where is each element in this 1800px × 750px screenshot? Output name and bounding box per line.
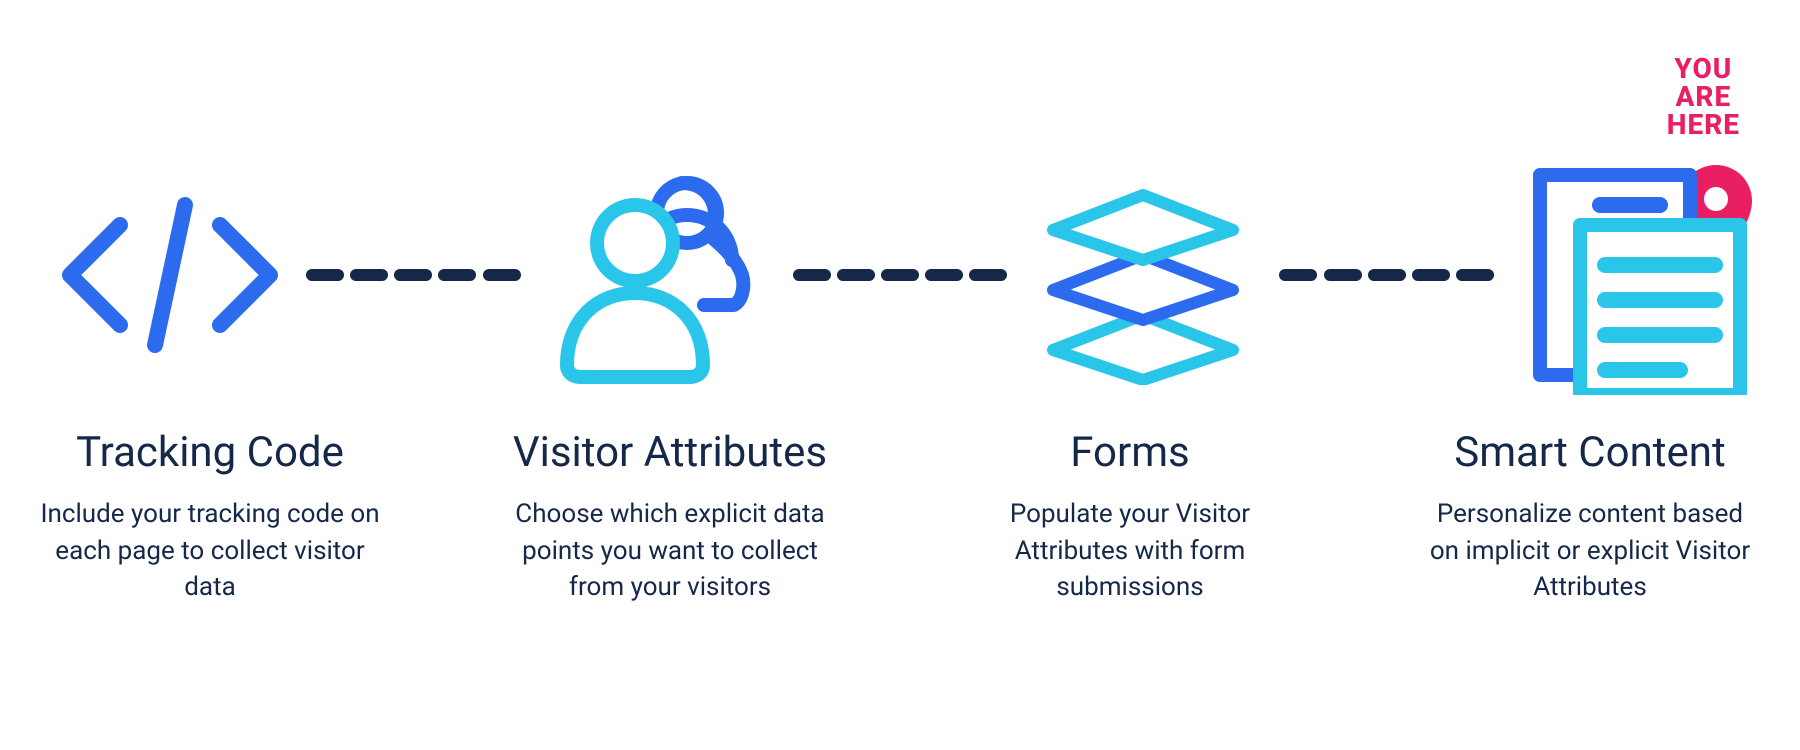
process-row [40,130,1760,420]
you-are-here-line: YOU [1667,55,1740,83]
step-caption: Visitor Attributes Choose which explicit… [500,430,840,605]
step-title: Tracking Code [40,430,380,476]
captions-row: Tracking Code Include your tracking code… [40,430,1760,605]
you-are-here-badge: YOU ARE HERE [1667,55,1740,139]
step-desc: Populate your Visitor Attributes with fo… [960,496,1300,605]
code-icon [40,155,300,395]
connector-dashes [787,265,1014,285]
step-desc: Choose which explicit data points you wa… [500,496,840,605]
step-caption: Forms Populate your Visitor Attributes w… [960,430,1300,605]
documents-icon [1500,155,1760,395]
connector-dashes [300,265,527,285]
people-icon [527,155,787,395]
step-title: Smart Content [1420,430,1760,476]
step-title: Visitor Attributes [500,430,840,476]
step-caption: Tracking Code Include your tracking code… [40,430,380,605]
you-are-here-line: ARE [1667,83,1740,111]
step-desc: Include your tracking code on each page … [40,496,380,605]
step-desc: Personalize content based on implicit or… [1420,496,1760,605]
connector-dashes [1273,265,1500,285]
step-title: Forms [960,430,1300,476]
step-caption: Smart Content Personalize content based … [1420,430,1760,605]
layers-icon [1013,155,1273,395]
